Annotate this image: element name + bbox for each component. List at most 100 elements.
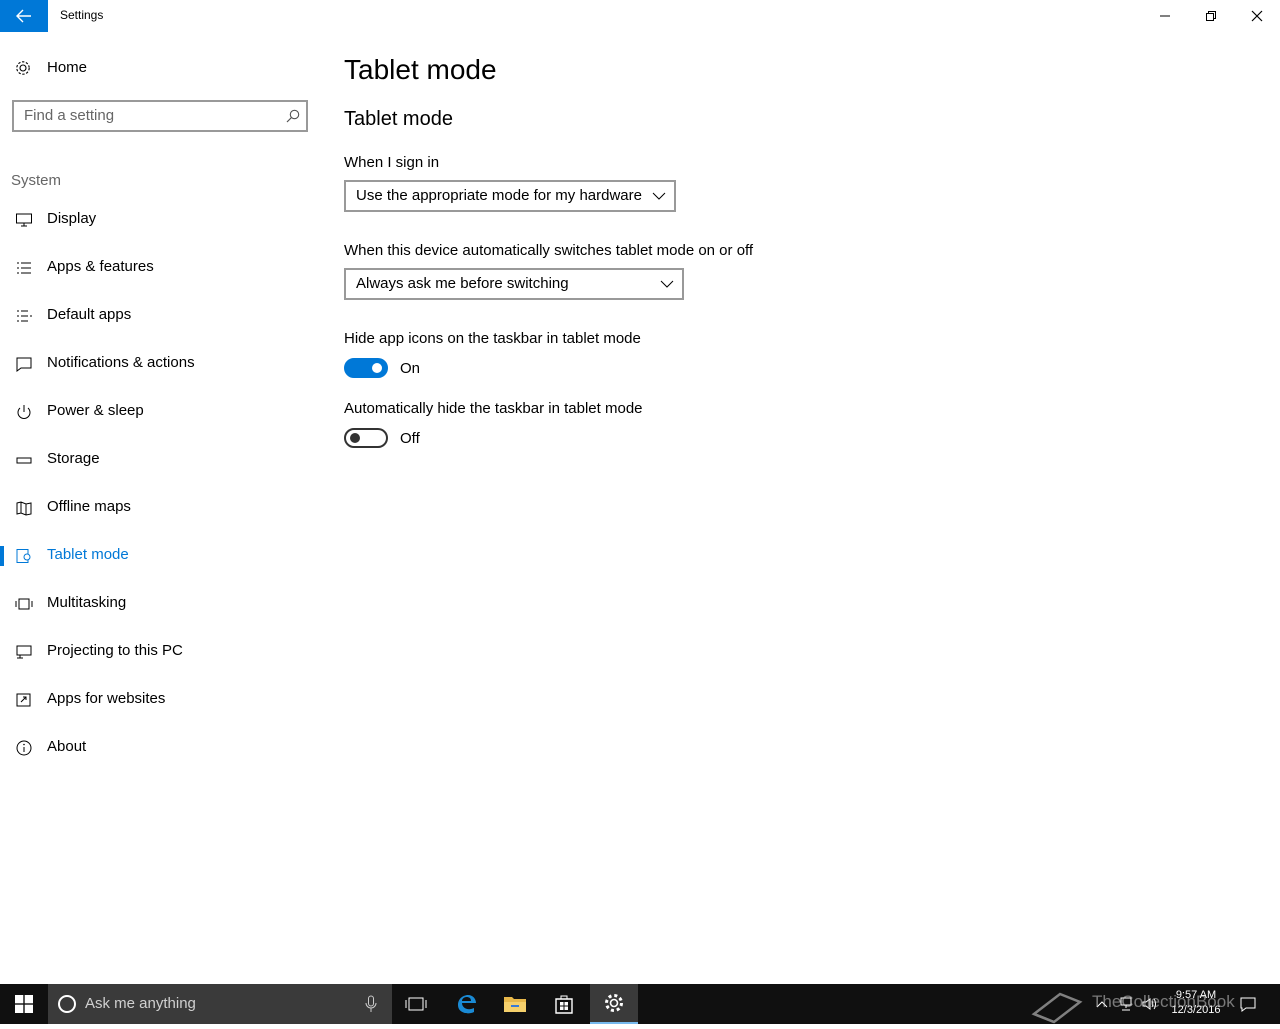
sidebar-item-label: Default apps (47, 306, 132, 323)
back-arrow-icon (16, 9, 31, 23)
sidebar-item-label: Storage (47, 450, 100, 467)
hide-taskbar-toggle[interactable] (344, 428, 388, 448)
sidebar-item-label: Tablet mode (47, 546, 129, 563)
default-apps-icon (17, 310, 32, 322)
list-icon (17, 262, 31, 274)
sidebar-item-notifications[interactable]: Notifications & actions (0, 342, 320, 386)
sidebar-item-label: Projecting to this PC (47, 642, 183, 659)
back-button[interactable] (0, 0, 48, 32)
sidebar-item-projecting[interactable]: Projecting to this PC (0, 630, 320, 674)
sidebar-item-apps-features[interactable]: Apps & features (0, 246, 320, 290)
sign-in-label: When I sign in (344, 154, 440, 171)
sidebar-item-label: Multitasking (47, 594, 127, 611)
hide-taskbar-state: Off (400, 430, 420, 447)
auto-switch-selected-value: Always ask me before switching (356, 275, 569, 292)
hide-icons-toggle[interactable] (344, 358, 388, 378)
sidebar-item-label: Power & sleep (47, 402, 144, 419)
section-title: Tablet mode (344, 108, 453, 130)
clock-time: 9:57 AM (1175, 989, 1217, 1001)
taskbar: Ask me anything 9:57 AM 12/3/2016 (0, 984, 1280, 1024)
restore-icon (1206, 11, 1216, 21)
active-indicator (0, 546, 4, 566)
search-placeholder: Find a setting (24, 107, 115, 124)
notification-icon (16, 357, 32, 372)
store-taskbar-button[interactable] (540, 984, 588, 1024)
display-icon (16, 213, 32, 227)
cortana-search-box[interactable]: Ask me anything (48, 984, 392, 1024)
home-label: Home (47, 59, 88, 76)
power-icon (17, 405, 31, 419)
sign-in-selected-value: Use the appropriate mode for my hardware (356, 187, 642, 204)
info-icon (16, 740, 32, 756)
sidebar-item-label: Offline maps (47, 498, 131, 515)
main-content: Tablet mode Tablet mode When I sign in U… (344, 32, 1244, 972)
page-title: Tablet mode (344, 54, 497, 85)
apps-websites-icon (16, 693, 31, 707)
sign-in-dropdown[interactable]: Use the appropriate mode for my hardware (344, 180, 676, 212)
minimize-button[interactable] (1142, 0, 1188, 32)
multitasking-icon (15, 598, 33, 610)
edge-taskbar-button[interactable] (442, 984, 490, 1024)
cortana-icon (58, 995, 76, 1013)
auto-switch-dropdown[interactable]: Always ask me before switching (344, 268, 684, 300)
find-setting-search-box[interactable]: Find a setting (12, 100, 308, 132)
close-icon (1251, 10, 1263, 22)
sidebar-item-multitasking[interactable]: Multitasking (0, 582, 320, 626)
sidebar-item-offline-maps[interactable]: Offline maps (0, 486, 320, 530)
settings-taskbar-button[interactable] (590, 984, 638, 1024)
auto-switch-label: When this device automatically switches … (344, 242, 754, 259)
file-explorer-taskbar-button[interactable] (491, 984, 539, 1024)
map-icon (16, 501, 32, 516)
volume-icon (1142, 998, 1156, 1010)
show-hidden-icons-button[interactable] (1092, 984, 1112, 1024)
sidebar-item-label: Notifications & actions (47, 354, 195, 371)
system-group-label: System (11, 172, 62, 189)
gear-icon (16, 61, 30, 75)
hide-taskbar-label: Automatically hide the taskbar in tablet… (344, 400, 643, 417)
cortana-placeholder: Ask me anything (85, 995, 196, 1012)
home-link[interactable]: Home (0, 52, 320, 84)
sidebar-item-storage[interactable]: Storage (0, 438, 320, 482)
tablet-icon (16, 549, 31, 563)
restore-button[interactable] (1188, 0, 1234, 32)
minimize-icon (1160, 15, 1170, 17)
sidebar-item-label: About (47, 738, 87, 755)
sidebar-item-display[interactable]: Display (0, 198, 320, 242)
task-view-icon (405, 997, 427, 1011)
windows-logo-icon (15, 995, 33, 1013)
chevron-down-icon (652, 192, 666, 200)
chevron-up-icon (1096, 1001, 1108, 1008)
gear-icon (605, 994, 623, 1012)
storage-icon (16, 457, 32, 464)
folder-icon (504, 997, 526, 1012)
chevron-down-icon (660, 280, 674, 288)
sidebar-item-label: Apps & features (47, 258, 154, 275)
notification-icon (1240, 997, 1256, 1012)
sidebar-item-about[interactable]: About (0, 726, 320, 770)
network-icon (1120, 997, 1132, 1011)
hide-icons-state: On (400, 360, 421, 377)
sidebar-item-power-sleep[interactable]: Power & sleep (0, 390, 320, 434)
sidebar-item-apps-for-websites[interactable]: Apps for websites (0, 678, 320, 722)
sidebar-item-tablet-mode[interactable]: Tablet mode (0, 534, 320, 578)
toggle-knob (372, 363, 382, 373)
store-icon (555, 995, 573, 1014)
clock-date: 12/3/2016 (1171, 1004, 1221, 1016)
search-icon[interactable] (286, 109, 300, 123)
sidebar: Home Find a setting System Display Apps … (0, 32, 320, 984)
sidebar-item-default-apps[interactable]: Default apps (0, 294, 320, 338)
system-clock[interactable]: 9:57 AM 12/3/2016 (1160, 988, 1232, 1018)
close-button[interactable] (1234, 0, 1280, 32)
sidebar-item-label: Display (47, 210, 97, 227)
action-center-button[interactable] (1236, 984, 1260, 1024)
window-title: Settings (60, 8, 104, 22)
toggle-knob (350, 433, 360, 443)
start-button[interactable] (0, 984, 48, 1024)
task-view-button[interactable] (392, 984, 440, 1024)
edge-icon (458, 995, 476, 1014)
volume-tray-button[interactable] (1140, 984, 1160, 1024)
hide-icons-label: Hide app icons on the taskbar in tablet … (344, 330, 641, 347)
network-tray-button[interactable] (1116, 984, 1136, 1024)
microphone-icon[interactable] (364, 995, 378, 1013)
projecting-icon (16, 645, 32, 659)
